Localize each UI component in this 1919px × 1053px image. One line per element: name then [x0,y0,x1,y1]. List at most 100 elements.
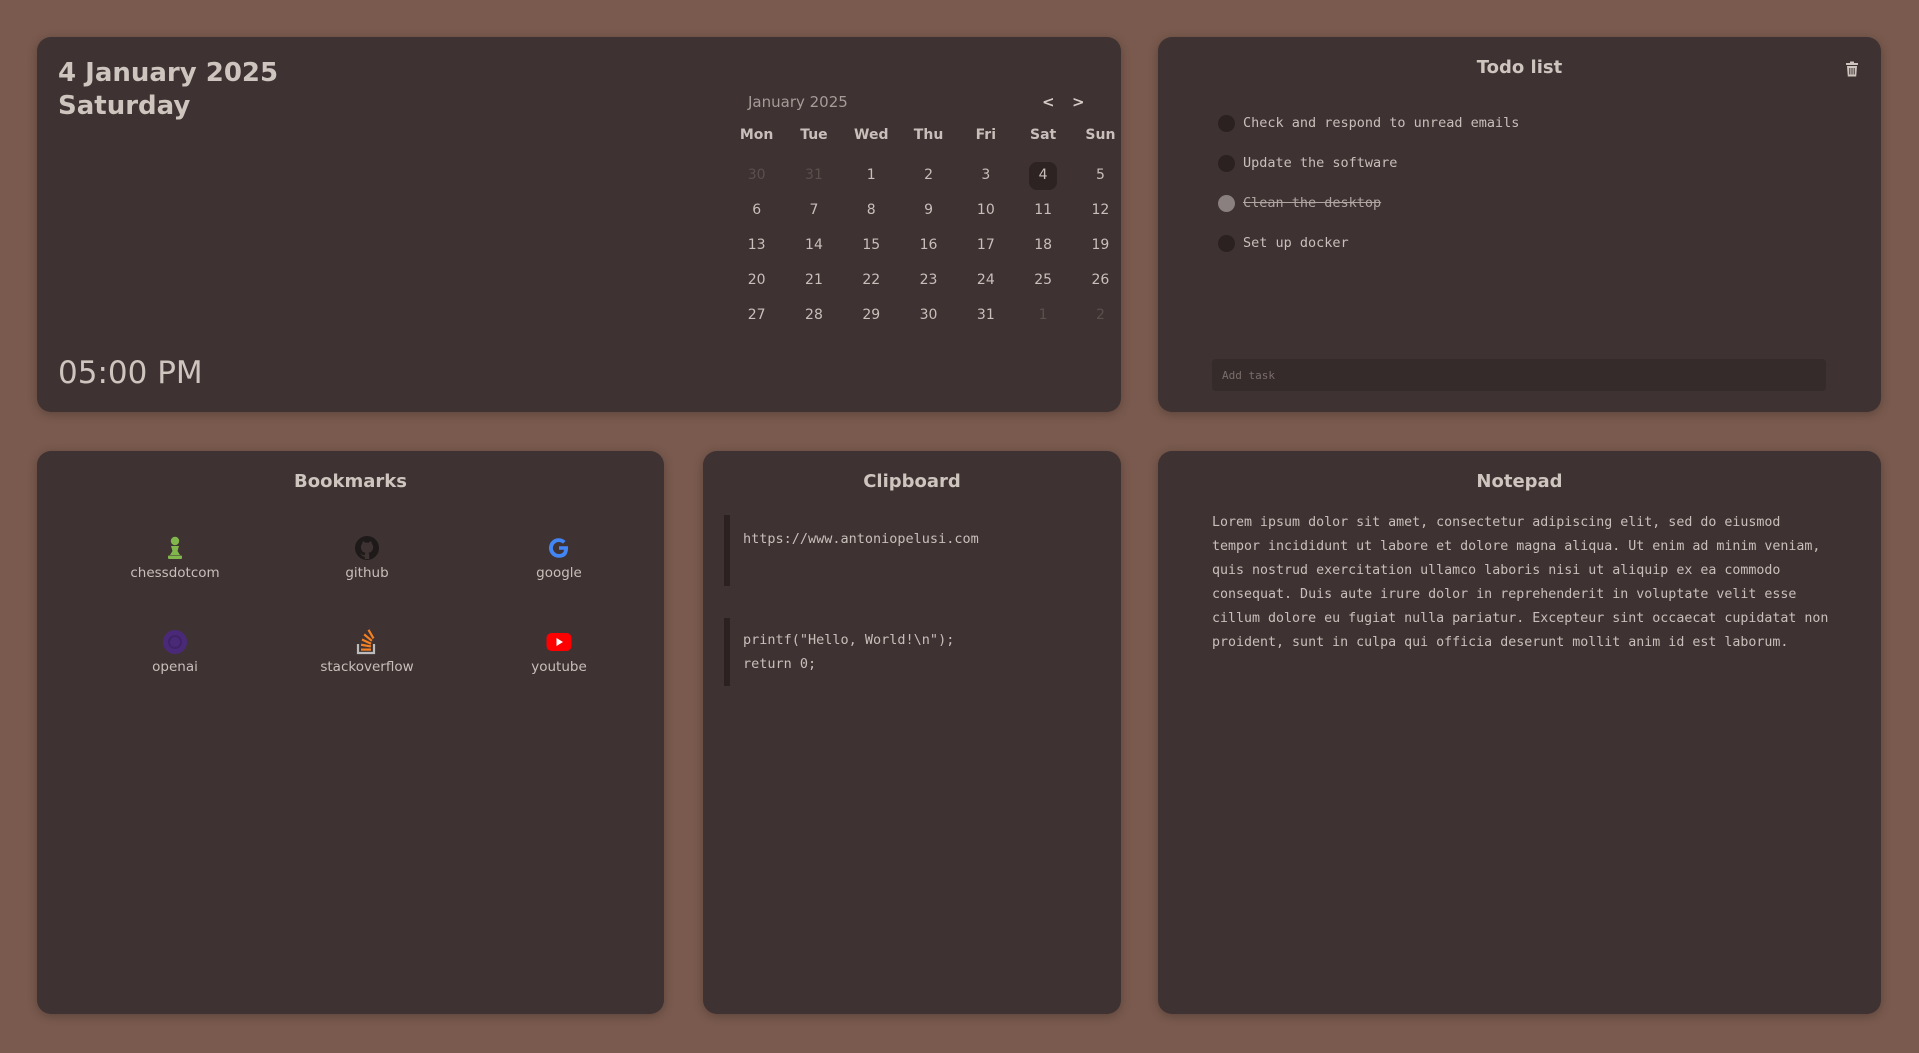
calendar-day[interactable]: 7 [785,193,842,228]
calendar-day[interactable]: 8 [843,193,900,228]
clipboard-item-line: printf("Hello, World!\n"); [743,632,955,648]
calendar-day[interactable]: 19 [1072,228,1129,263]
calendar-day-number: 4 [1038,167,1048,183]
calendar-day-number: 18 [1034,237,1053,253]
bookmark-label: google [536,565,582,581]
weekday-text: Saturday [58,91,191,121]
calendar-prev-button[interactable]: < [1042,93,1055,111]
bookmark-stackoverflow[interactable]: stackoverflow [271,629,463,723]
calendar-day[interactable]: 11 [1014,193,1071,228]
github-icon [354,535,380,561]
calendar-day[interactable]: 26 [1072,263,1129,298]
calendar-day-number: 11 [1034,202,1053,218]
calendar-day-number: 1 [1038,307,1048,323]
calendar-day[interactable]: 13 [728,228,785,263]
clipboard-item-line: return 0; [743,656,817,672]
bookmark-google[interactable]: google [463,535,655,629]
calendar-day-number: 15 [862,237,881,253]
calendar-day[interactable]: 24 [957,263,1014,298]
calendar-next-button[interactable]: > [1072,93,1085,111]
calendar-day[interactable]: 3 [957,158,1014,193]
calendar-day[interactable]: 31 [785,158,842,193]
calendar-day[interactable]: 17 [957,228,1014,263]
todo-item[interactable]: Set up docker [1218,223,1519,263]
calendar-day-number: 27 [747,307,766,323]
calendar-day-number: 6 [752,202,762,218]
current-date: 4 January 2025 Saturday [58,57,278,123]
todo-item[interactable]: Clean the desktop [1218,183,1519,223]
calendar-day-number: 29 [862,307,881,323]
calendar-day-number: 24 [976,272,995,288]
calendar-day-number: 19 [1091,237,1110,253]
calendar-day[interactable]: 5 [1072,158,1129,193]
bookmark-label: openai [152,659,198,675]
todo-checkbox[interactable] [1218,234,1235,252]
bookmarks-title: Bookmarks [294,471,407,492]
bookmark-label: stackoverflow [320,659,414,675]
calendar-weekday-header: Fri [975,127,997,143]
calendar-day[interactable]: 12 [1072,193,1129,228]
calendar-weekday-header: Mon [739,127,774,143]
calendar-day-number: 23 [919,272,938,288]
todo-item-text: Update the software [1243,155,1398,171]
calendar-day[interactable]: 22 [843,263,900,298]
todo-item[interactable]: Check and respond to unread emails [1218,103,1519,143]
calendar-day[interactable]: 15 [843,228,900,263]
chess-pawn-icon [162,535,188,561]
calendar-day[interactable]: 1 [1014,298,1071,333]
calendar-day-number: 16 [919,237,938,253]
todo-item[interactable]: Update the software [1218,143,1519,183]
calendar-grid: Mon Tue Wed Thu Fri Sat Sun 30 31 1 2 3 4 5 6 7 8 9 10 11 12… [728,123,1129,333]
calendar-day[interactable]: 20 [728,263,785,298]
calendar-day[interactable]: 16 [900,228,957,263]
bookmark-label: youtube [531,659,587,675]
todo-checkbox[interactable] [1218,114,1235,132]
calendar-day-number: 13 [747,237,766,253]
calendar-day-number: 31 [976,307,995,323]
calendar-day[interactable]: 21 [785,263,842,298]
calendar-day-number: 30 [747,167,766,183]
calendar-day-today[interactable]: 4 [1014,158,1071,193]
notepad-textarea[interactable]: Lorem ipsum dolor sit amet, consectetur … [1212,511,1832,655]
calendar-day[interactable]: 28 [785,298,842,333]
calendar-day[interactable]: 6 [728,193,785,228]
todo-checkbox[interactable] [1218,154,1235,172]
calendar-day[interactable]: 25 [1014,263,1071,298]
bookmark-chessdotcom[interactable]: chessdotcom [79,535,271,629]
stackoverflow-icon [354,629,380,655]
calendar-day-number: 12 [1091,202,1110,218]
bookmark-github[interactable]: github [271,535,463,629]
clock: 05:00 PM [58,355,203,391]
bookmark-youtube[interactable]: youtube [463,629,655,723]
calendar-day[interactable]: 2 [900,158,957,193]
calendar-weekday-header: Wed [854,127,889,143]
calendar-day[interactable]: 29 [843,298,900,333]
calendar-day[interactable]: 31 [957,298,1014,333]
todo-item-text: Check and respond to unread emails [1243,115,1520,131]
notepad-panel: Notepad Lorem ipsum dolor sit amet, cons… [1158,451,1881,1014]
add-task-input[interactable] [1212,359,1826,391]
clipboard-item[interactable]: printf("Hello, World!\n"); return 0; [724,618,1094,686]
trash-icon[interactable] [1845,61,1859,77]
calendar-day[interactable]: 14 [785,228,842,263]
calendar-day[interactable]: 10 [957,193,1014,228]
calendar-header: January 2025 < > [710,93,1110,117]
calendar-day[interactable]: 9 [900,193,957,228]
bookmarks-panel: Bookmarks chessdotcom github google open… [37,451,664,1014]
calendar-day-number: 28 [805,307,823,323]
calendar-day[interactable]: 27 [728,298,785,333]
calendar-day-number: 26 [1091,272,1110,288]
bookmark-openai[interactable]: openai [79,629,271,723]
clipboard-item[interactable]: https://www.antoniopelusi.com [724,515,1094,586]
todo-item-text: Set up docker [1243,235,1349,251]
calendar-day-number: 30 [919,307,938,323]
calendar-day[interactable]: 30 [900,298,957,333]
calendar-day[interactable]: 30 [728,158,785,193]
calendar-day-number: 7 [809,202,819,218]
calendar-day[interactable]: 2 [1072,298,1129,333]
calendar-day[interactable]: 18 [1014,228,1071,263]
todo-checkbox-checked[interactable] [1218,194,1235,212]
calendar-day[interactable]: 1 [843,158,900,193]
calendar-day-number: 21 [805,272,823,288]
calendar-day[interactable]: 23 [900,263,957,298]
